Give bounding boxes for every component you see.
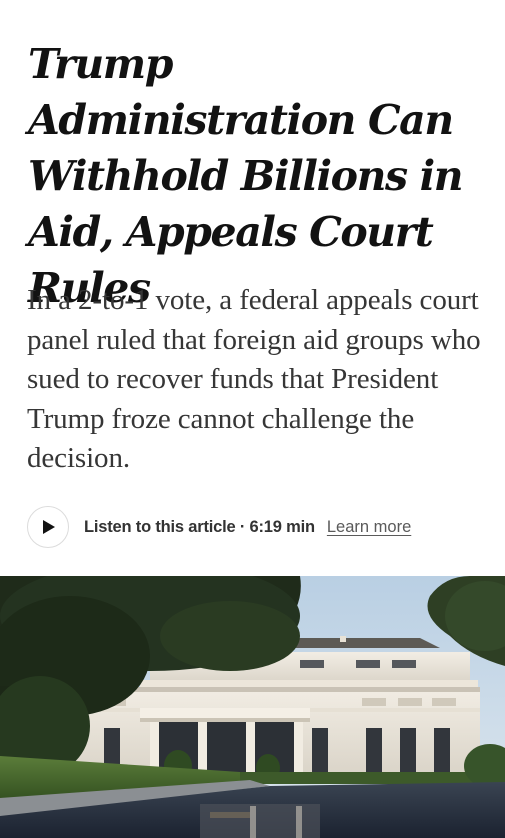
listen-bar: Listen to this article · 6:19 min Learn …	[27, 505, 411, 549]
listen-label: Listen to this article · 6:19 min	[84, 517, 315, 536]
play-button[interactable]	[27, 506, 69, 548]
article-headline: Trump Administration Can Withhold Billio…	[28, 40, 464, 312]
article-summary: In a 2-to-1 vote, a federal appeals cour…	[27, 284, 481, 474]
learn-more-link[interactable]: Learn more	[327, 518, 411, 537]
play-icon	[43, 520, 55, 534]
lead-image	[0, 576, 505, 838]
west-wing-photo	[0, 576, 505, 838]
